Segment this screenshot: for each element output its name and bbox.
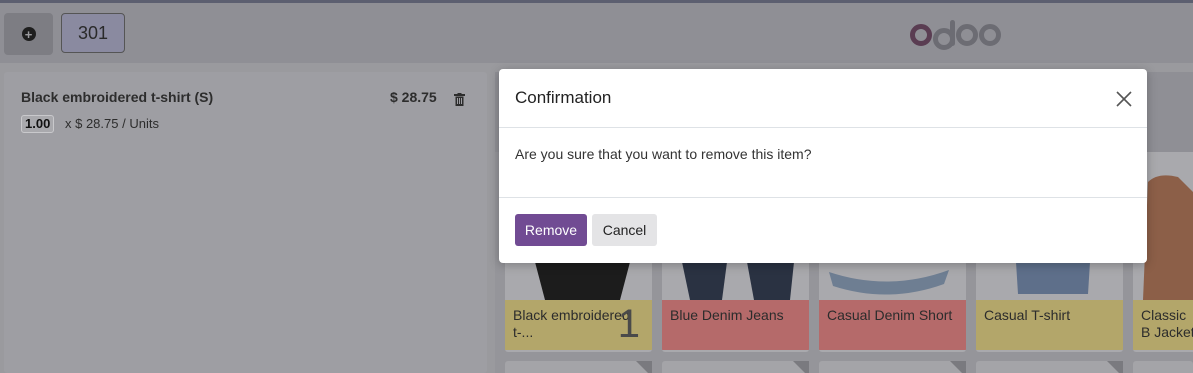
product-name: Casual Denim Short — [819, 300, 966, 350]
dialog-header: Confirmation — [499, 69, 1147, 128]
product-name: Blue Denim Jeans — [662, 300, 809, 350]
dialog-body: Are you sure that you want to remove thi… — [499, 128, 1147, 198]
order-line-unit-price: x $ 28.75 / Units — [65, 116, 159, 131]
dialog-title: Confirmation — [515, 88, 612, 107]
product-name: Casual T-shirt — [976, 300, 1123, 350]
order-line-price: $ 28.75 — [390, 89, 437, 105]
product-qty-badge: 1 — [617, 302, 640, 346]
close-icon[interactable] — [1115, 90, 1133, 108]
product-name: Classic B Jacket — [1133, 300, 1193, 350]
trash-icon[interactable] — [454, 93, 465, 106]
table-number-button[interactable]: 301 — [61, 13, 125, 53]
remove-button[interactable]: Remove — [515, 214, 587, 246]
product-card-partial — [505, 361, 652, 373]
dialog-message: Are you sure that you want to remove thi… — [515, 146, 812, 162]
odoo-logo — [910, 19, 1001, 51]
pos-header: + 301 — [0, 3, 1193, 63]
order-panel: Black embroidered t-shirt (S) $ 28.75 1.… — [4, 72, 487, 373]
product-card-partial — [976, 361, 1123, 373]
plus-circle-icon: + — [21, 27, 36, 41]
confirmation-dialog: Confirmation Are you sure that you want … — [499, 69, 1147, 263]
product-card-partial — [662, 361, 809, 373]
cancel-button[interactable]: Cancel — [592, 214, 657, 246]
product-card-partial — [819, 361, 966, 373]
order-line-quantity: 1.00 — [21, 115, 55, 133]
product-card-partial — [1133, 361, 1193, 373]
new-order-button[interactable]: + — [4, 13, 53, 55]
order-line-product-name: Black embroidered t-shirt (S) — [21, 89, 214, 105]
